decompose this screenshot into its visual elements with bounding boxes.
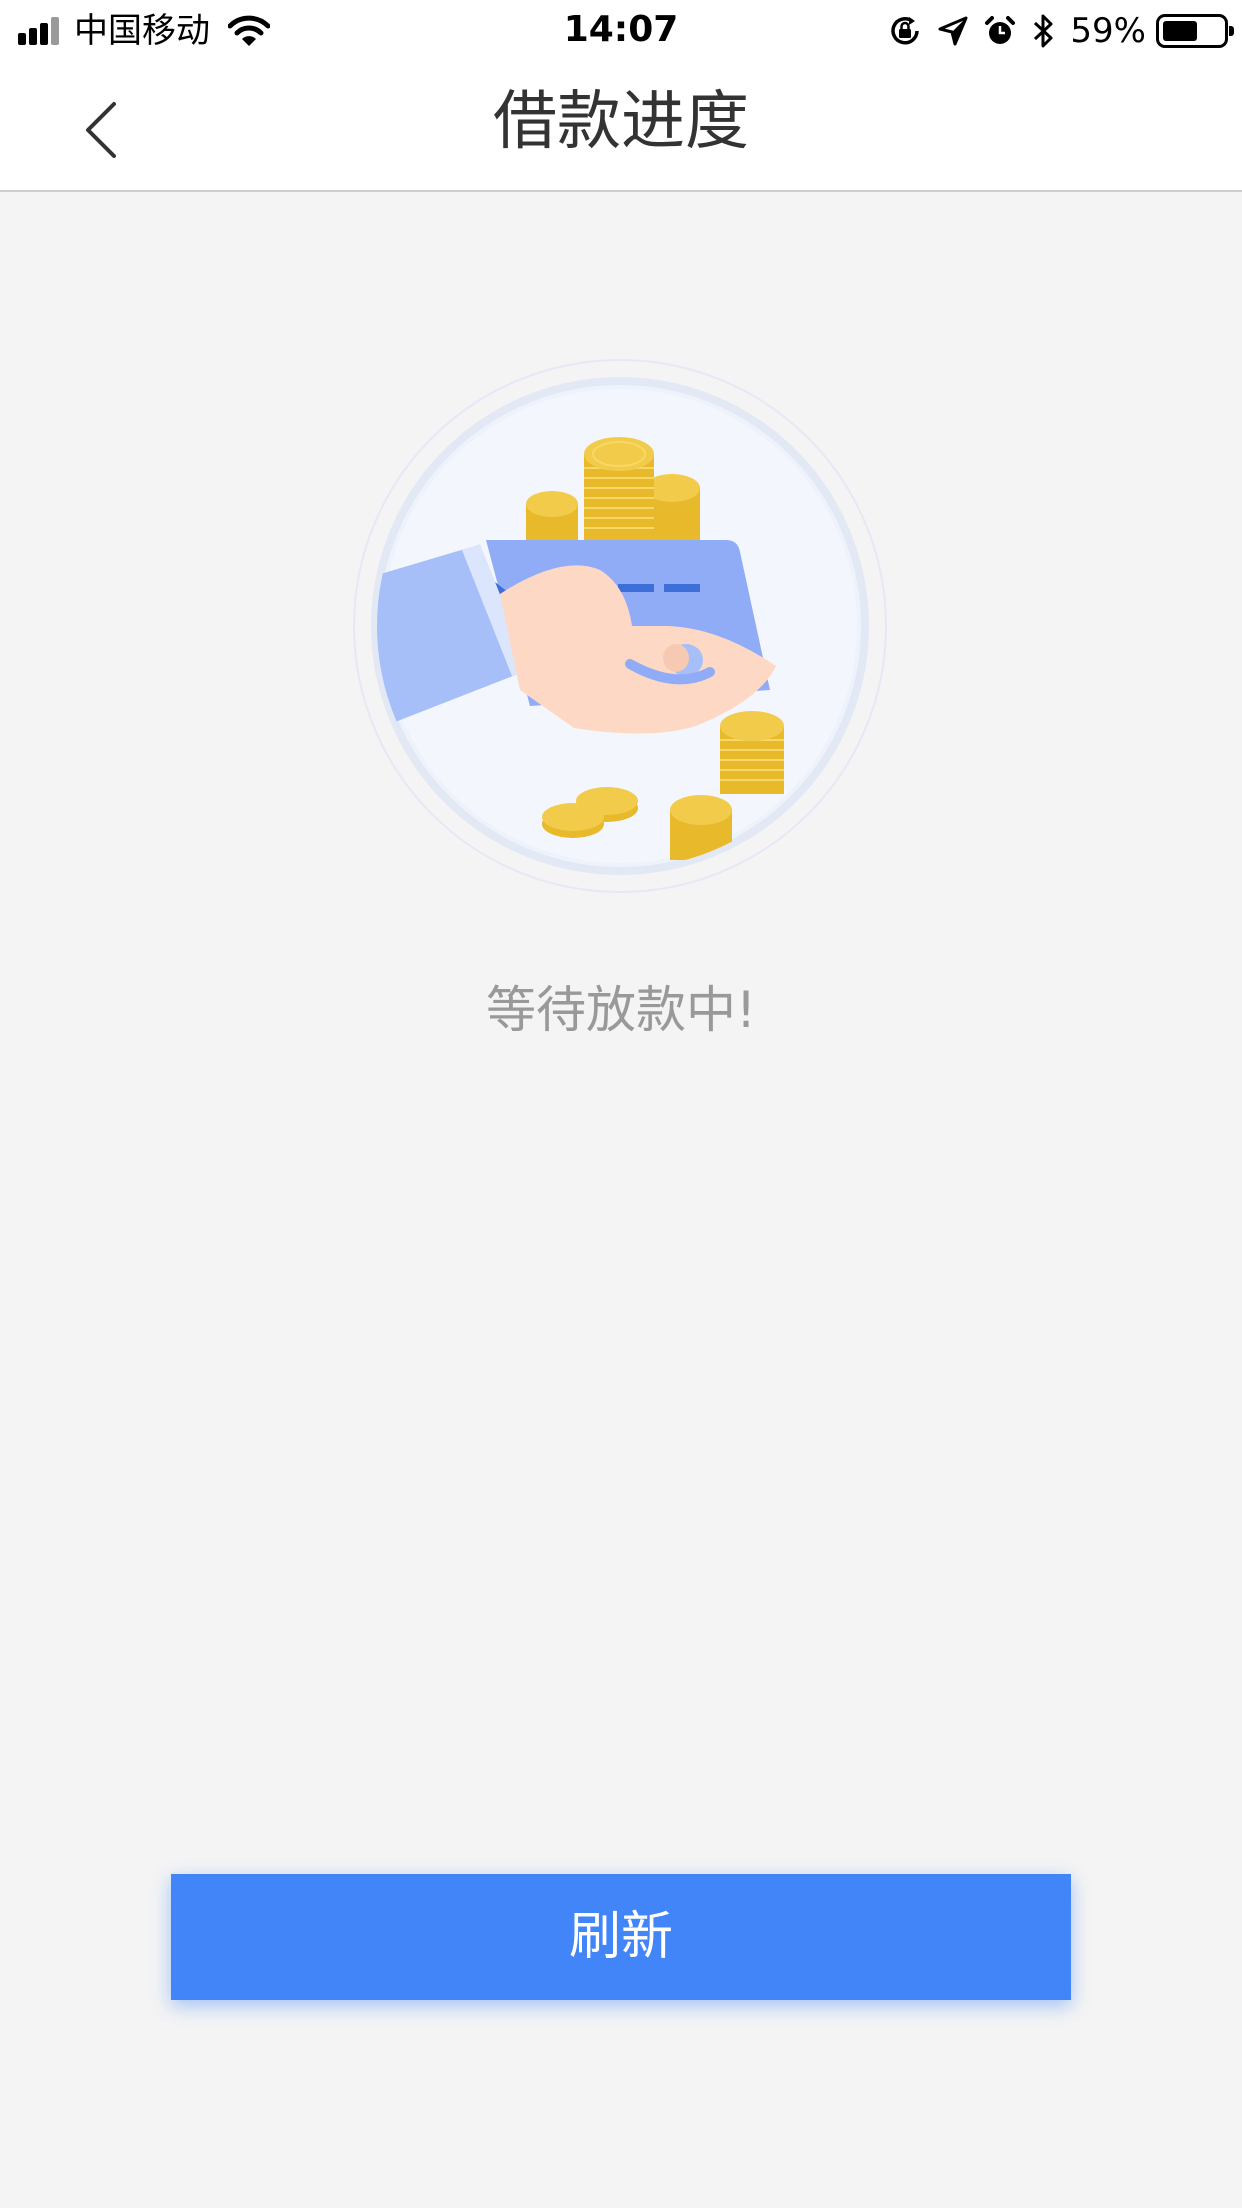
battery-icon [1156,14,1234,48]
alarm-clock-icon [985,16,1016,44]
refresh-button[interactable]: 刷新 [171,1874,1071,2000]
nav-bar: 借款进度 [0,62,1242,192]
hand-card-coins-illustration [353,359,887,893]
page-title: 借款进度 [493,85,749,159]
orientation-lock-icon [891,17,920,45]
battery-percent: 59% [1070,11,1146,51]
status-bar: 中国移动 14:07 59% [0,0,1242,62]
battery-fill [1163,21,1197,41]
location-arrow-icon [938,16,968,46]
status-bar-right: 59% [872,10,1234,52]
status-text: 等待放款中! [485,981,757,1039]
bluetooth-icon [1034,14,1053,48]
